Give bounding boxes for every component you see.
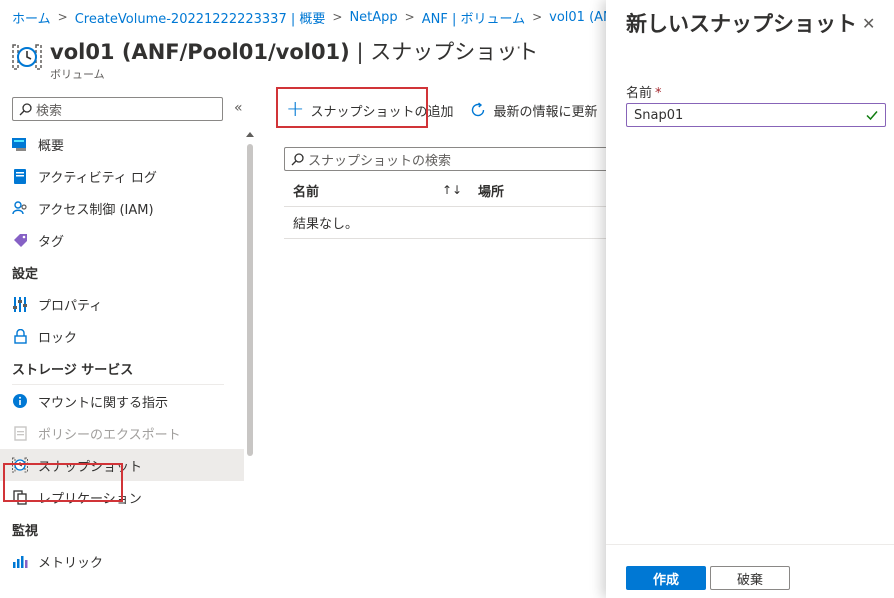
- info-icon: [12, 393, 28, 409]
- create-button[interactable]: 作成: [626, 566, 706, 590]
- command-bar: + スナップショットの追加 最新の情報に更新: [278, 93, 605, 127]
- new-snapshot-blade: 新しいスナップショット ✕ 名前 * Snap01 作成 破棄: [606, 0, 894, 598]
- section-monitoring: 監視: [12, 523, 39, 539]
- page-title: vol01 (ANF/Pool01/vol01) | スナップショット: [50, 40, 539, 64]
- sidebar-item-label: アクセス制御 (IAM): [38, 202, 154, 218]
- sidebar-item-label: アクティビティ ログ: [38, 170, 157, 186]
- chevron-right-icon: >: [404, 10, 415, 24]
- add-snapshot-label: スナップショットの追加: [310, 104, 454, 120]
- sort-icon[interactable]: ↑↓: [442, 183, 462, 197]
- scroll-up-icon[interactable]: [246, 132, 254, 137]
- snapshot-icon: [12, 457, 28, 473]
- sidebar-item-activity-log[interactable]: アクティビティ ログ: [0, 160, 244, 192]
- refresh-icon: [472, 102, 485, 117]
- snapshot-name-input[interactable]: Snap01: [626, 103, 886, 127]
- chevron-right-icon: >: [332, 10, 343, 24]
- section-storage-service: ストレージ サービス: [12, 362, 134, 378]
- breadcrumb-deployment[interactable]: CreateVolume-20221222223337 | 概要: [75, 8, 326, 27]
- properties-icon: [12, 296, 28, 312]
- sidebar-item-replication[interactable]: レプリケーション: [0, 481, 244, 513]
- search-placeholder: スナップショットの検索: [308, 153, 452, 169]
- sidebar-item-label: ロック: [38, 330, 78, 346]
- sidebar-item-label: メトリック: [38, 555, 104, 571]
- blade-title: 新しいスナップショット: [626, 12, 857, 36]
- menu-list: 概要 アクティビティ ログ アクセス制御 (IAM) タグ 設定 プロパティ ロ…: [0, 128, 244, 577]
- menu-scrollbar[interactable]: [247, 144, 253, 456]
- name-field-label: 名前 *: [626, 86, 662, 101]
- empty-result-row: 結果なし。: [284, 207, 606, 239]
- search-icon: [19, 102, 32, 115]
- sidebar-item-mount-instructions[interactable]: マウントに関する指示: [0, 385, 244, 417]
- sidebar-item-metrics[interactable]: メトリック: [0, 545, 244, 577]
- page-subtitle: ボリューム: [50, 68, 105, 81]
- sidebar-item-label: スナップショット: [38, 459, 143, 475]
- resource-menu: 検索 « 概要 アクティビティ ログ アクセス制御 (IAM) タグ 設定 プロ…: [0, 92, 258, 598]
- menu-search-input[interactable]: 検索: [12, 97, 223, 121]
- refresh-button[interactable]: 最新の情報に更新: [461, 93, 605, 127]
- refresh-label: 最新の情報に更新: [493, 104, 598, 120]
- sidebar-item-label: マウントに関する指示: [38, 395, 169, 411]
- snapshot-clock-icon: [12, 44, 42, 70]
- iam-icon: [12, 200, 28, 216]
- export-policy-icon: [12, 425, 28, 441]
- sidebar-item-iam[interactable]: アクセス制御 (IAM): [0, 192, 244, 224]
- snapshot-list-pane: + スナップショットの追加 最新の情報に更新 スナップショットの検索 名前 ↑↓…: [258, 88, 614, 598]
- sidebar-item-locks[interactable]: ロック: [0, 320, 244, 352]
- sidebar-item-label: タグ: [38, 234, 65, 250]
- blade-footer: 作成 破棄: [606, 544, 894, 598]
- required-marker: *: [655, 86, 662, 101]
- search-icon: [291, 152, 304, 165]
- more-options-button[interactable]: ···: [504, 38, 522, 57]
- chevron-right-icon: >: [532, 10, 543, 24]
- discard-button[interactable]: 破棄: [710, 566, 790, 590]
- close-icon[interactable]: ✕: [862, 14, 875, 33]
- sidebar-item-label: ポリシーのエクスポート: [38, 427, 181, 443]
- breadcrumb-volumes[interactable]: ANF | ボリューム: [422, 8, 525, 27]
- sidebar-item-export-policy[interactable]: ポリシーのエクスポート: [0, 417, 244, 449]
- snapshot-search-input[interactable]: スナップショットの検索: [284, 147, 614, 171]
- sidebar-item-label: レプリケーション: [38, 491, 142, 507]
- search-placeholder: 検索: [36, 103, 63, 119]
- table-header-row: 名前 ↑↓ 場所: [284, 174, 606, 207]
- sidebar-item-tags[interactable]: タグ: [0, 224, 244, 256]
- sidebar-item-label: 概要: [38, 138, 65, 154]
- breadcrumb-netapp[interactable]: NetApp: [349, 10, 397, 25]
- tag-icon: [12, 232, 28, 248]
- snapshot-table: 名前 ↑↓ 場所 結果なし。: [284, 174, 606, 239]
- lock-icon: [12, 328, 28, 344]
- add-snapshot-button[interactable]: + スナップショットの追加: [278, 93, 461, 127]
- sidebar-item-properties[interactable]: プロパティ: [0, 288, 244, 320]
- sidebar-item-label: プロパティ: [38, 298, 103, 314]
- snapshot-name-value: Snap01: [634, 107, 684, 123]
- sidebar-item-overview[interactable]: 概要: [0, 128, 244, 160]
- chevron-right-icon: >: [57, 10, 68, 24]
- breadcrumb-home[interactable]: ホーム: [12, 8, 51, 27]
- replication-icon: [12, 489, 28, 505]
- metrics-icon: [12, 553, 28, 569]
- collapse-menu-button[interactable]: «: [234, 100, 243, 116]
- column-header-name[interactable]: 名前: [293, 181, 319, 200]
- plus-icon: +: [286, 97, 305, 122]
- sidebar-item-snapshots[interactable]: スナップショット: [0, 449, 244, 481]
- activity-log-icon: [12, 168, 28, 184]
- checkmark-icon: [866, 111, 878, 121]
- column-header-location[interactable]: 場所: [478, 181, 504, 200]
- section-settings: 設定: [12, 266, 39, 282]
- overview-icon: [12, 136, 28, 152]
